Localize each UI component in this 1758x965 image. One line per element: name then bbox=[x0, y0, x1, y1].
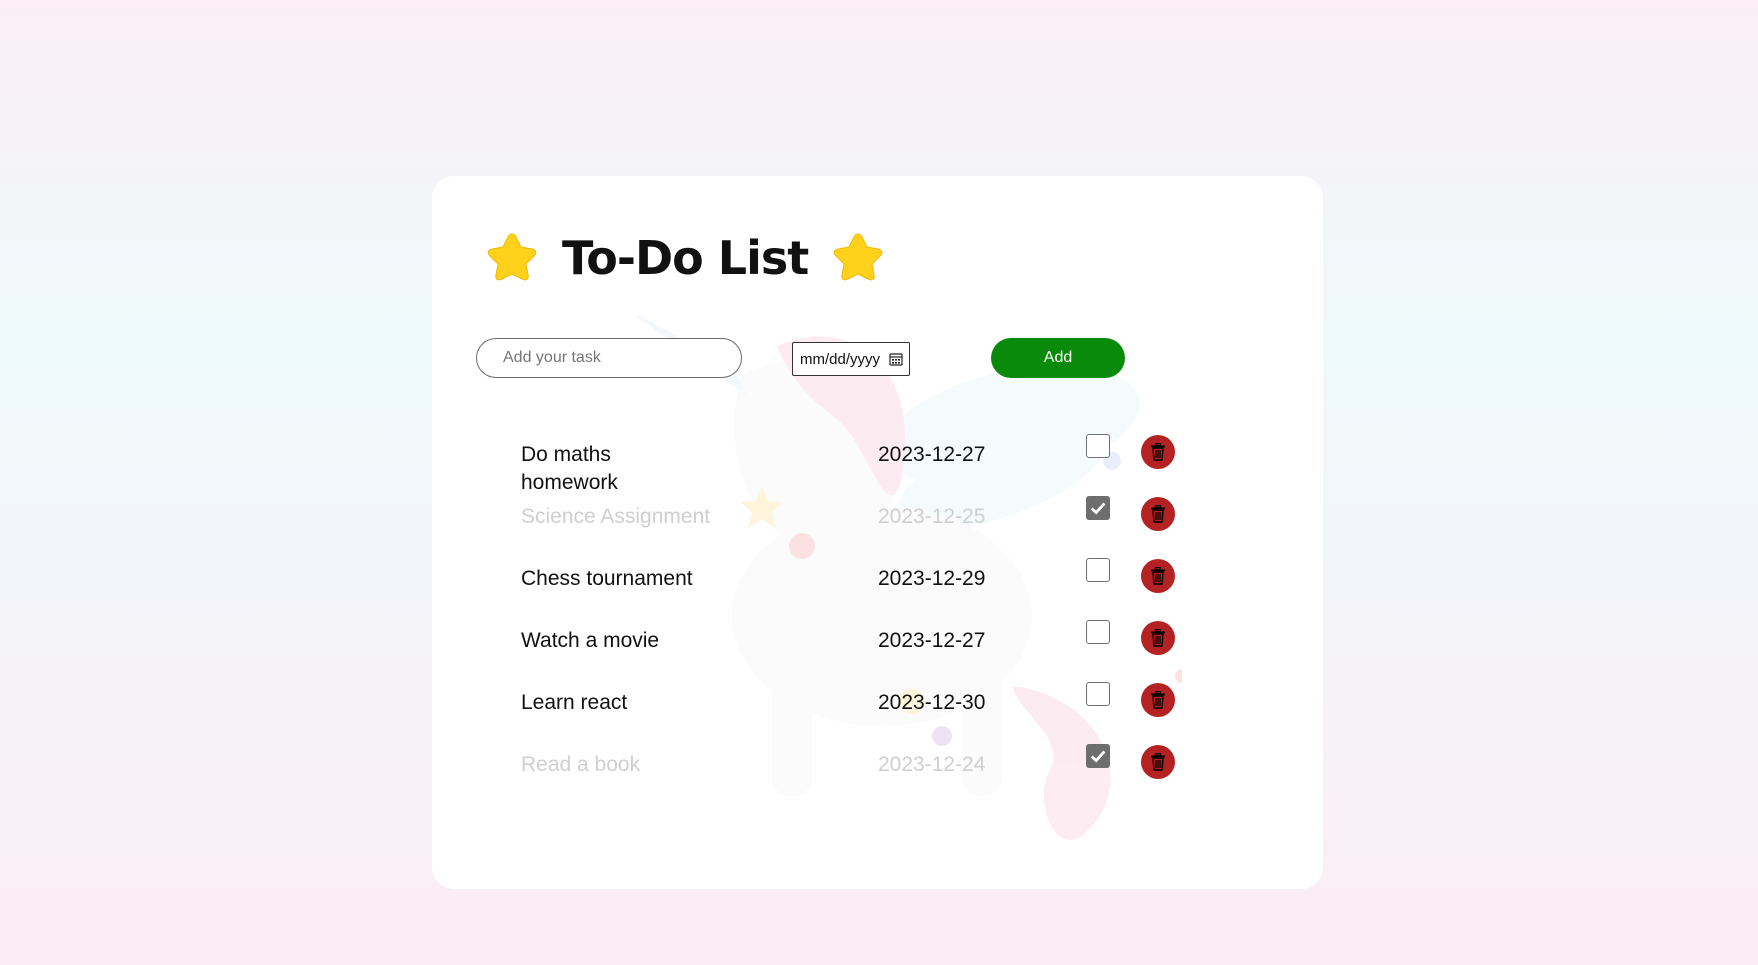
trash-icon bbox=[1151, 753, 1165, 771]
check-icon bbox=[1090, 750, 1106, 763]
trash-icon bbox=[1151, 629, 1165, 647]
task-name: Watch a movie bbox=[521, 629, 660, 652]
task-name: Learn react bbox=[521, 691, 628, 714]
delete-button[interactable] bbox=[1141, 497, 1175, 531]
task-list: Do maths homework 2023-12-27 Science Ass… bbox=[432, 176, 1323, 889]
delete-button[interactable] bbox=[1141, 745, 1175, 779]
delete-button[interactable] bbox=[1141, 683, 1175, 717]
task-date: 2023-12-27 bbox=[878, 629, 986, 652]
delete-button[interactable] bbox=[1141, 435, 1175, 469]
check-icon bbox=[1090, 502, 1106, 515]
task-row: Science Assignment 2023-12-25 bbox=[432, 496, 1323, 543]
task-checkbox[interactable] bbox=[1086, 434, 1110, 458]
task-name: Do maths homework bbox=[521, 443, 618, 494]
todo-card: To-Do List mm/dd/yyyy Add Do maths homew… bbox=[432, 176, 1323, 889]
task-row: Chess tournament 2023-12-29 bbox=[432, 558, 1323, 605]
task-date: 2023-12-27 bbox=[878, 443, 986, 466]
task-row: Learn react 2023-12-30 bbox=[432, 682, 1323, 729]
task-checkbox[interactable] bbox=[1086, 682, 1110, 706]
task-row: Read a book 2023-12-24 bbox=[432, 744, 1323, 791]
task-date: 2023-12-30 bbox=[878, 691, 986, 714]
task-row: Do maths homework 2023-12-27 bbox=[432, 434, 1323, 494]
task-date: 2023-12-29 bbox=[878, 567, 986, 590]
task-checkbox[interactable] bbox=[1086, 496, 1110, 520]
trash-icon bbox=[1151, 567, 1165, 585]
task-date: 2023-12-25 bbox=[878, 505, 986, 528]
task-name: Read a book bbox=[521, 753, 641, 776]
task-row: Watch a movie 2023-12-27 bbox=[432, 620, 1323, 667]
task-name: Chess tournament bbox=[521, 567, 693, 590]
task-checkbox[interactable] bbox=[1086, 558, 1110, 582]
task-checkbox[interactable] bbox=[1086, 744, 1110, 768]
trash-icon bbox=[1151, 691, 1165, 709]
trash-icon bbox=[1151, 443, 1165, 461]
delete-button[interactable] bbox=[1141, 559, 1175, 593]
task-name: Science Assignment bbox=[521, 505, 711, 528]
task-checkbox[interactable] bbox=[1086, 620, 1110, 644]
trash-icon bbox=[1151, 505, 1165, 523]
delete-button[interactable] bbox=[1141, 621, 1175, 655]
task-date: 2023-12-24 bbox=[878, 753, 986, 776]
